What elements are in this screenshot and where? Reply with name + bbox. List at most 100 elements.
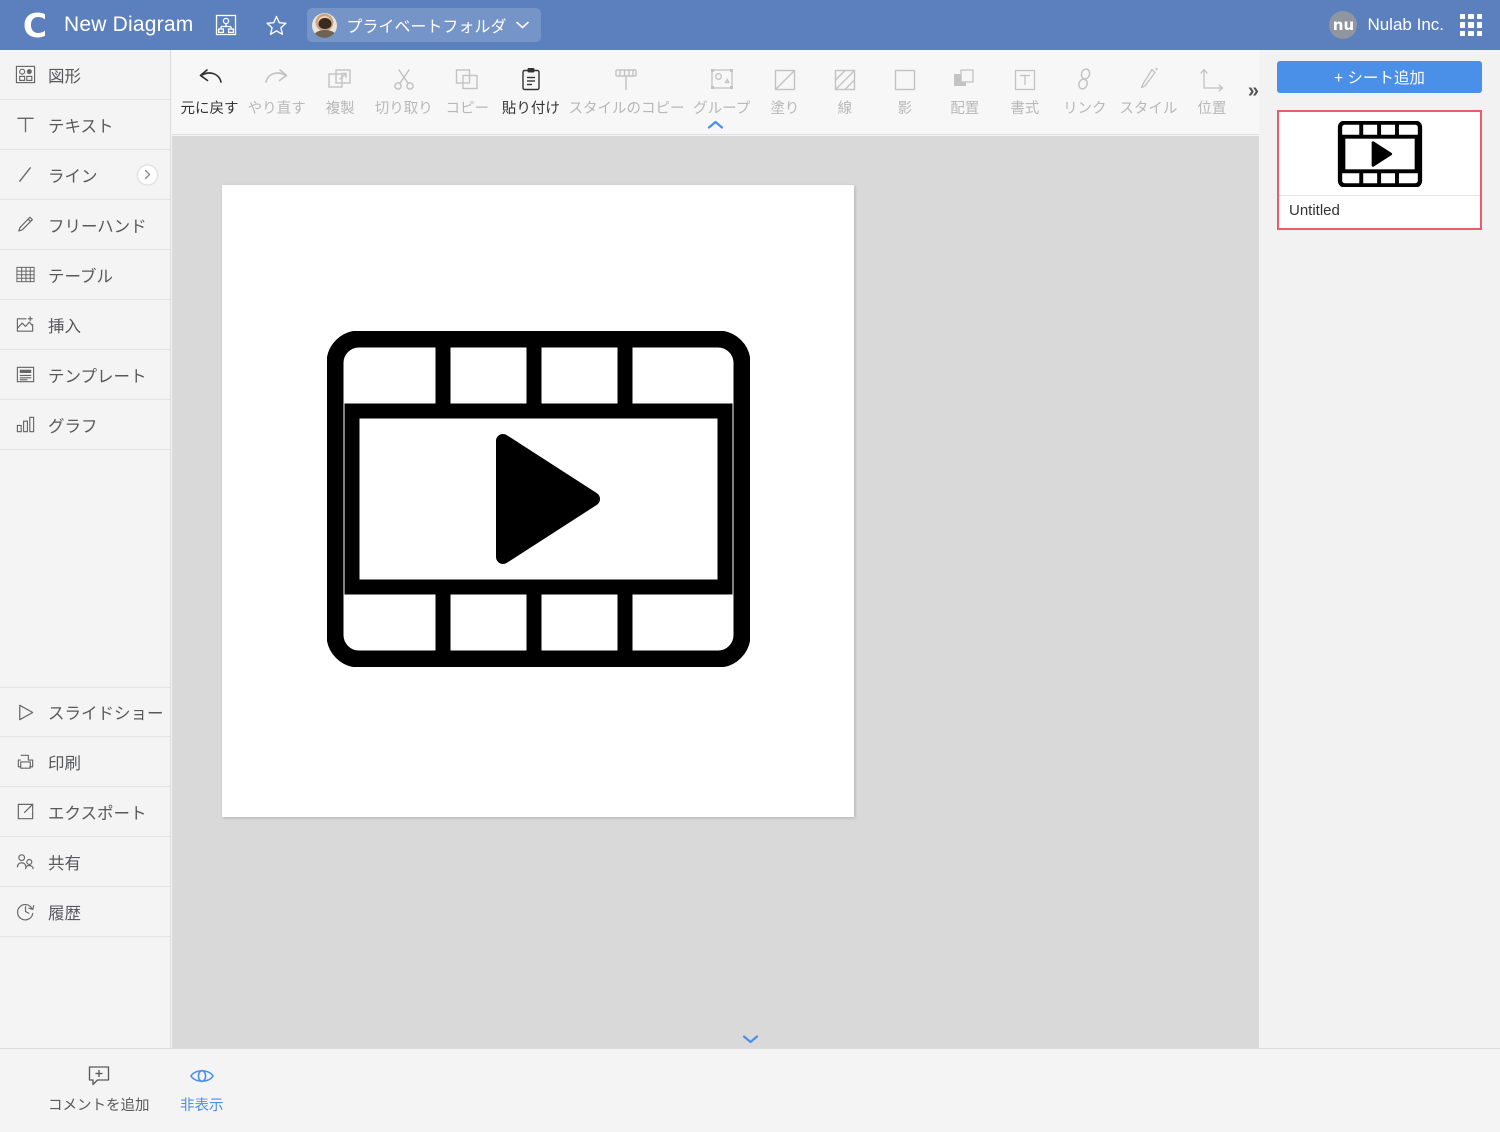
- cacoo-logo-icon[interactable]: C: [20, 10, 50, 40]
- toolbar-label: 複製: [326, 102, 355, 117]
- left-sidebar: 図形 テキスト ライン: [0, 50, 171, 1048]
- share-people-icon: [12, 849, 38, 875]
- add-sheet-button[interactable]: + シート追加: [1277, 61, 1482, 93]
- sidebar-label: スライドショー: [48, 700, 164, 724]
- org-badge[interactable]: nu: [1329, 11, 1357, 39]
- star-icon[interactable]: [259, 8, 293, 42]
- group-icon: [708, 60, 736, 100]
- sidebar-label: エクスポート: [48, 800, 147, 824]
- copy-icon: [453, 60, 481, 100]
- comment-add-icon: [86, 1062, 112, 1090]
- sidebar-item-line[interactable]: ライン: [0, 150, 170, 200]
- canvas-area[interactable]: [172, 136, 1259, 1048]
- app-header: C New Diagram プライベートフォルダ: [0, 0, 1500, 50]
- sidebar-item-text[interactable]: テキスト: [0, 100, 170, 150]
- sidebar-item-chart[interactable]: グラフ: [0, 400, 170, 450]
- link-icon: [1072, 60, 1098, 100]
- film-strip-play-icon[interactable]: [327, 331, 750, 667]
- style-brush-icon: [1135, 60, 1161, 100]
- eye-icon: [188, 1062, 216, 1090]
- sidebar-label: テーブル: [48, 263, 113, 287]
- apps-grid-icon[interactable]: [1460, 14, 1482, 36]
- toolbar-label: 書式: [1010, 102, 1039, 117]
- toolbar-label: 配置: [950, 102, 979, 117]
- fill-icon: [772, 60, 798, 100]
- position-axes-icon: [1198, 60, 1226, 100]
- table-icon: [12, 262, 38, 288]
- sidebar-item-share[interactable]: 共有: [0, 837, 170, 887]
- toolbar-label: グループ: [693, 102, 750, 117]
- duplicate-icon: [326, 60, 354, 100]
- add-comment-label: コメントを追加: [48, 1094, 150, 1115]
- undo-icon: [193, 60, 227, 100]
- sidebar-label: テンプレート: [48, 363, 147, 387]
- sidebar-label: 履歴: [48, 900, 81, 924]
- sidebar-label: テキスト: [48, 113, 114, 137]
- toolbar-label: 位置: [1197, 102, 1226, 117]
- org-name: Nulab Inc.: [1367, 15, 1444, 35]
- toolbar-label: 塗り: [770, 102, 799, 117]
- avatar: [312, 13, 337, 38]
- sheet-thumbnail-item[interactable]: Untitled: [1277, 110, 1482, 230]
- toolbar-label: 貼り付け: [502, 102, 560, 117]
- printer-icon: [12, 749, 38, 775]
- add-comment-button[interactable]: コメントを追加: [48, 1062, 150, 1115]
- chevron-right-icon[interactable]: [138, 165, 157, 184]
- diagram-icon[interactable]: [209, 8, 243, 42]
- redo-icon: [260, 60, 294, 100]
- folder-selector[interactable]: プライベートフォルダ: [307, 8, 541, 42]
- sidebar-item-table[interactable]: テーブル: [0, 250, 170, 300]
- bottom-status-bar: コメントを追加 非表示 任意のサイズ 1024 W 1: [0, 1048, 1500, 1132]
- toolbar-label: 元に戻す: [181, 102, 239, 117]
- canvas-sheet[interactable]: [222, 185, 854, 817]
- sidebar-item-print[interactable]: 印刷: [0, 737, 170, 787]
- sidebar-label: グラフ: [48, 413, 98, 437]
- sidebar-item-history[interactable]: 履歴: [0, 887, 170, 937]
- style-copy-icon: [611, 60, 641, 100]
- sidebar-label: ライン: [48, 163, 98, 187]
- sheet-thumbnail-preview: [1279, 112, 1480, 196]
- clipboard-paste-icon: [517, 60, 545, 100]
- sidebar-item-insert[interactable]: 挿入: [0, 300, 170, 350]
- toolbar-label: スタイルのコピー: [568, 102, 684, 117]
- chart-icon: [12, 412, 38, 438]
- sidebar-item-slideshow[interactable]: スライドショー: [0, 687, 170, 737]
- history-clock-icon: [12, 899, 38, 925]
- line-icon: [12, 162, 38, 188]
- export-icon: [12, 799, 38, 825]
- sidebar-label: 挿入: [48, 313, 81, 337]
- sidebar-item-template[interactable]: テンプレート: [0, 350, 170, 400]
- sheets-panel: + シート追加 Untitled: [1260, 50, 1500, 1048]
- hide-toggle-label: 非表示: [180, 1094, 224, 1115]
- pencil-icon: [12, 212, 38, 238]
- toolbar-overflow-button[interactable]: »: [1248, 80, 1259, 103]
- toolbar-label: コピー: [446, 102, 490, 117]
- sidebar-label: 印刷: [48, 750, 81, 774]
- toolbar-label: 線: [838, 102, 853, 117]
- sidebar-label: 図形: [48, 63, 81, 87]
- sidebar-item-freehand[interactable]: フリーハンド: [0, 200, 170, 250]
- sheet-name[interactable]: Untitled: [1279, 196, 1480, 225]
- shapes-icon: [12, 62, 38, 88]
- shadow-icon: [892, 60, 918, 100]
- toolbar-label: 影: [898, 102, 913, 117]
- toolbar-collapse-toggle[interactable]: [172, 118, 1259, 133]
- cacoo-app-window: C New Diagram プライベートフォルダ: [0, 0, 1500, 1132]
- document-title[interactable]: New Diagram: [64, 13, 193, 37]
- image-add-icon: [12, 312, 38, 338]
- bottombar-collapse-toggle[interactable]: [640, 1031, 860, 1048]
- sidebar-item-export[interactable]: エクスポート: [0, 787, 170, 837]
- sidebar-spacer: [0, 450, 170, 687]
- format-text-icon: [1012, 60, 1038, 100]
- toolbar-label: リンク: [1063, 102, 1107, 117]
- sidebar-label: 共有: [48, 850, 81, 874]
- folder-name: プライベートフォルダ: [346, 13, 506, 37]
- template-icon: [12, 362, 38, 388]
- hide-toggle-button[interactable]: 非表示: [180, 1062, 224, 1115]
- stroke-icon: [832, 60, 858, 100]
- toolbar-label: 切り取り: [375, 102, 433, 117]
- toolbar-label: スタイル: [1119, 102, 1177, 117]
- sidebar-label: フリーハンド: [48, 213, 147, 237]
- chevron-down-icon: [516, 16, 529, 34]
- sidebar-item-shapes[interactable]: 図形: [0, 50, 170, 100]
